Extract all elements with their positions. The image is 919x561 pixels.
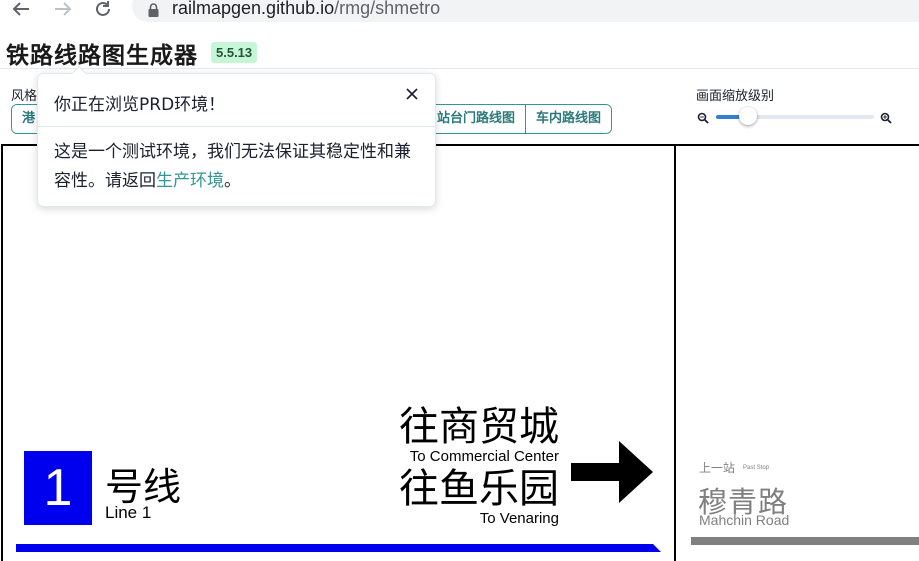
lock-icon[interactable] [148,2,159,17]
zoom-out-icon[interactable] [697,109,709,124]
destination-1-zh: 往商贸城 [399,404,559,450]
version-badge: 5.5.13 [211,42,258,63]
popover-body: 这是一个测试环境，我们无法保证其稳定性和兼容性。请返回生产环境。 [54,138,424,196]
style-label: 风格 [11,89,38,104]
popover-divider [38,126,435,127]
line-number-badge: 1 [24,451,92,525]
zoom-in-icon[interactable] [880,109,892,124]
direction-arrow-icon [571,441,653,503]
prev-stop-label-zh: 上一站 [699,461,736,475]
line-name-en: Line 1 [105,503,152,522]
line-color-bar [16,537,661,552]
url-host: railmapgen.github.io [172,0,335,18]
back-arrow-icon[interactable] [10,0,32,20]
destination-2-en: To Venaring [479,510,559,527]
url-path: /rmg/shmetro [334,0,441,18]
url-text[interactable]: railmapgen.github.io/rmg/shmetro [172,0,440,19]
zoom-label: 画面缩放级别 [696,89,775,104]
reload-icon[interactable] [92,0,114,20]
forward-arrow-icon[interactable] [52,0,74,20]
zoom-slider-thumb[interactable] [738,107,757,125]
app-title: 铁路线路图生成器 [6,43,198,69]
style-button-in-car[interactable]: 车内路线图 [525,105,612,133]
panel-divider [674,144,676,561]
popover-title: 你正在浏览PRD环境！ [54,95,226,115]
header-divider [0,68,919,69]
prev-stop-name-en: Mahchin Road [699,512,790,528]
destination-1-en: To Commercial Center [409,448,559,465]
prev-stop-label-en: Past Stop [743,465,770,471]
prd-warning-popover: 你正在浏览PRD环境！ 这是一个测试环境，我们无法保证其稳定性和兼容性。请返回生… [37,65,436,207]
browser-toolbar: railmapgen.github.io/rmg/shmetro [0,0,919,22]
production-env-link[interactable]: 生产环境 [156,171,224,191]
destination-2-zh: 往鱼乐园 [399,466,559,512]
style-button-platform-door[interactable]: 站台门路线图 [426,105,526,133]
close-icon[interactable] [405,86,419,100]
passed-line-bar [691,537,919,545]
popover-body-end: 。 [224,171,241,191]
